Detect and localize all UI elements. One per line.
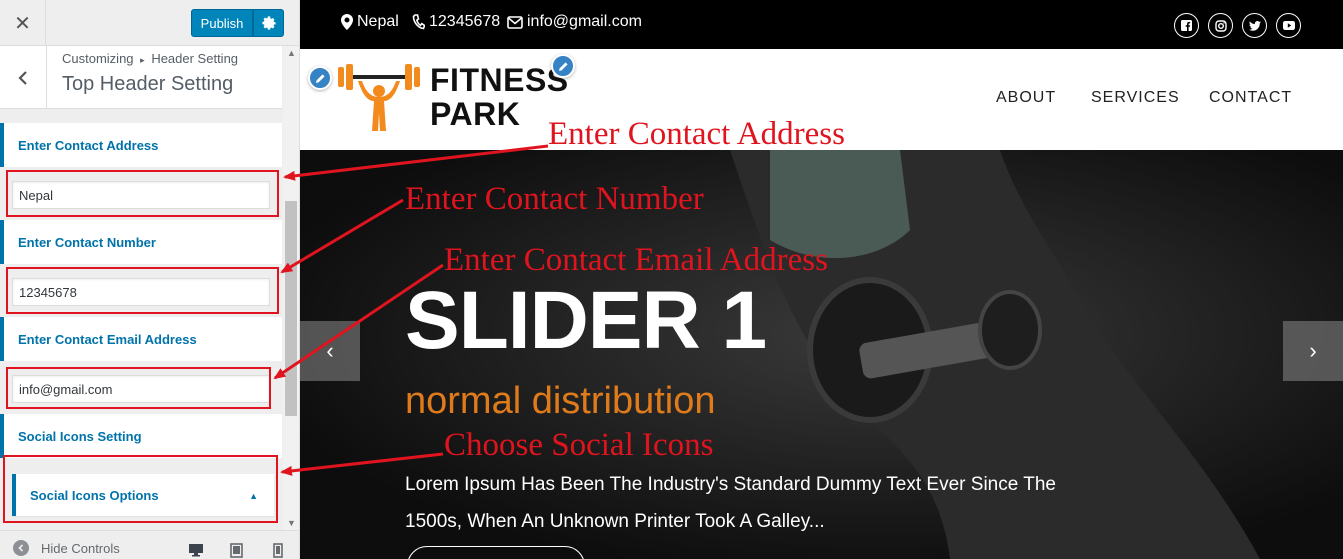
publish-button[interactable]: Publish [191,9,253,37]
back-arrow-icon [18,70,27,85]
twitter-link[interactable] [1242,13,1267,38]
customizer-header: ✕ Publish [0,0,299,46]
back-button[interactable] [0,46,47,109]
highlight-social-box [3,455,278,523]
preview-mobile-button[interactable] [268,542,288,558]
youtube-icon [1282,21,1295,30]
topbar-phone-text: 12345678 [429,13,501,30]
slider-description: Lorem Ipsum Has Been The Industry's Stan… [405,474,1056,532]
gear-icon [261,16,276,30]
slider-next-button[interactable]: › [1283,321,1343,381]
desktop-icon [189,544,203,557]
facebook-icon [1181,20,1192,31]
site-top-header: Nepal 12345678 info@gmail.com [300,0,1343,49]
collapse-sidebar-icon [13,540,29,556]
customizer-sidebar: ✕ Publish Customizing ▸ Header Setting T… [0,0,300,559]
breadcrumb-separator: ▸ [140,55,145,65]
nav-contact[interactable]: CONTACT [1209,89,1292,107]
topbar-phone: 12345678 [412,13,500,31]
customizer-footer: Hide Controls [0,530,299,559]
annotation-address: Enter Contact Address [548,116,845,152]
facebook-link[interactable] [1174,13,1199,38]
breadcrumb: Customizing ▸ Header Setting [62,51,238,66]
envelope-icon [507,15,523,29]
pencil-icon [315,73,325,83]
close-customizer-button[interactable]: ✕ [0,0,46,46]
site-logo-icon [338,64,420,131]
publish-settings-button[interactable] [253,9,284,37]
nav-about[interactable]: ABOUT [996,89,1056,107]
chevron-left-icon: ‹ [326,338,334,363]
mobile-icon [273,542,283,558]
instagram-icon [1214,19,1227,32]
annotation-email: Enter Contact Email Address [444,242,828,278]
logo-line-1: FITNESS [430,62,569,98]
highlight-address-box [6,170,279,217]
slider-prev-button[interactable]: ‹ [300,321,360,381]
sidebar-scrollbar[interactable]: ▲ ▼ [283,46,299,530]
highlight-number-box [6,267,279,314]
scroll-up-arrow[interactable]: ▲ [283,46,299,60]
pencil-icon [558,61,568,71]
topbar-address: Nepal [341,13,399,31]
slider-subtitle: normal distribution [405,380,716,422]
edit-title-shortcut[interactable] [551,54,575,78]
scrollbar-thumb[interactable] [285,201,297,416]
breadcrumb-root: Customizing [62,51,134,66]
nav-services[interactable]: SERVICES [1091,89,1180,107]
topbar-address-text: Nepal [357,13,399,30]
preview-desktop-button[interactable] [186,542,206,558]
annotation-number: Enter Contact Number [405,181,704,217]
chevron-right-icon: › [1309,338,1317,363]
map-marker-icon [341,14,353,30]
close-icon: ✕ [14,12,31,35]
site-preview: Nepal 12345678 info@gmail.com FITNESS PA… [300,0,1343,559]
highlight-email-box [6,367,271,409]
topbar-email-text: info@gmail.com [527,13,642,30]
contact-number-label: Enter Contact Number [0,220,282,264]
topbar-email: info@gmail.com [507,13,642,31]
section-header: Customizing ▸ Header Setting Top Header … [0,46,282,109]
tablet-icon [229,542,243,558]
breadcrumb-parent: Header Setting [151,51,239,66]
contact-address-label: Enter Contact Address [0,123,282,167]
social-icons-setting-label: Social Icons Setting [0,414,282,458]
youtube-link[interactable] [1276,13,1301,38]
scroll-down-arrow[interactable]: ▼ [283,516,299,530]
hide-controls-button[interactable]: Hide Controls [13,540,120,556]
slider-read-more-button[interactable] [407,546,585,559]
phone-icon [412,14,425,30]
twitter-icon [1248,20,1261,31]
section-title: Top Header Setting [62,73,234,95]
slider-title: SLIDER 1 [405,275,767,366]
preview-tablet-button[interactable] [226,542,246,558]
instagram-link[interactable] [1208,13,1233,38]
edit-logo-shortcut[interactable] [308,66,332,90]
contact-email-label: Enter Contact Email Address [0,317,282,361]
hide-controls-label: Hide Controls [41,540,120,556]
annotation-social: Choose Social Icons [444,427,714,463]
